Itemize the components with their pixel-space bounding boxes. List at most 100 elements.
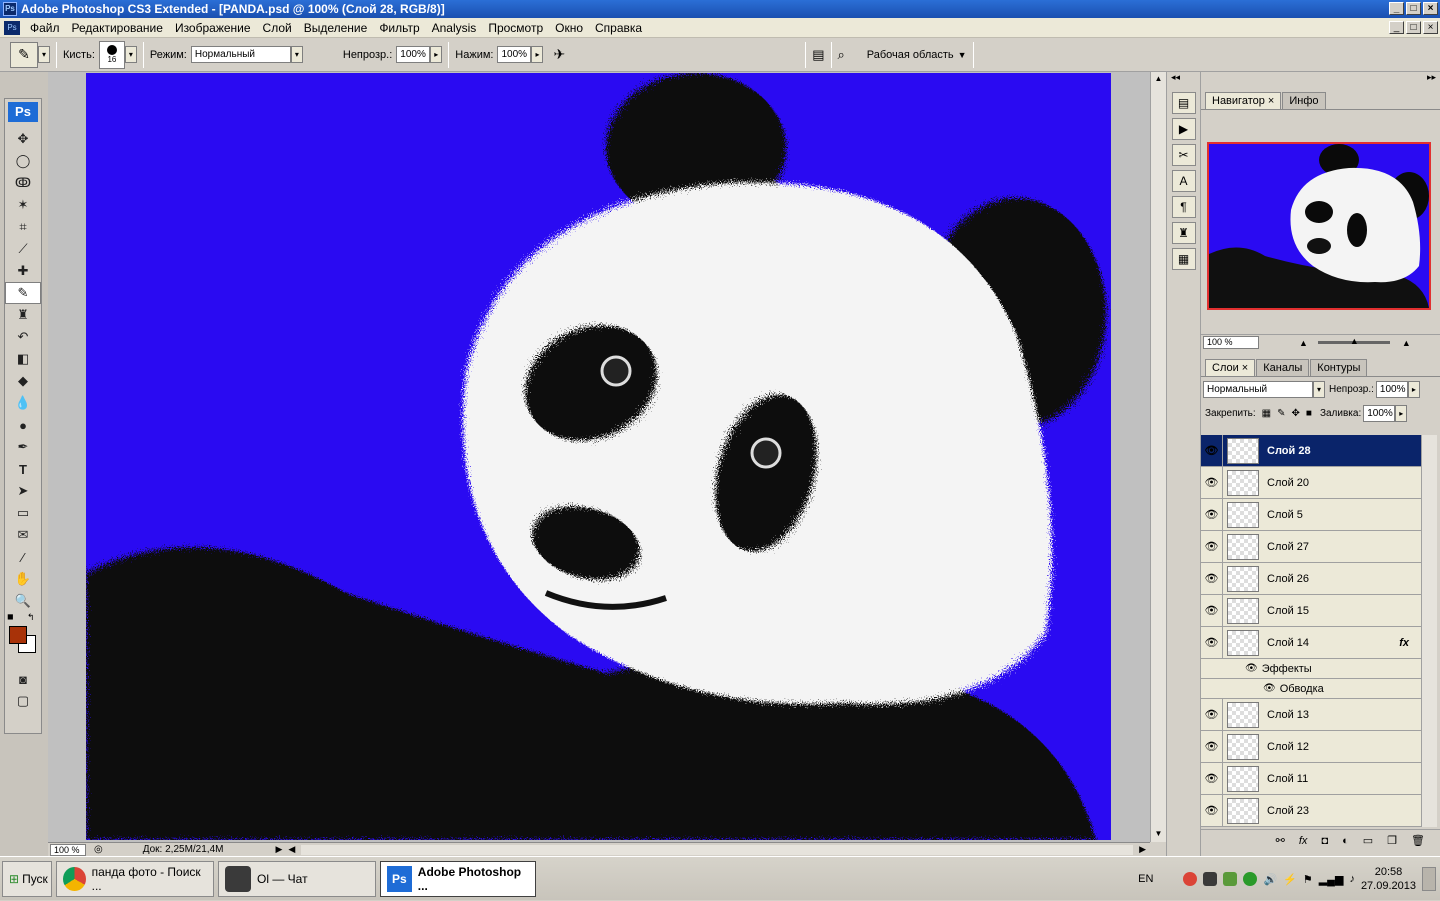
tool-presets-panel-icon[interactable]: ✂ (1171, 144, 1196, 166)
add-layer-style-icon[interactable]: fx (1299, 835, 1308, 847)
brush-picker-dropdown[interactable]: ▾ (124, 46, 137, 63)
lock-all-icon[interactable]: ■ (1306, 408, 1312, 419)
history-brush-tool-icon[interactable]: ↶ (5, 326, 41, 348)
menu-layer[interactable]: Слой (257, 21, 298, 35)
marquee-tool-icon[interactable]: ◯ (5, 150, 41, 172)
lock-image-icon[interactable]: ✎ (1277, 408, 1285, 419)
menu-filter[interactable]: Фильтр (373, 21, 425, 35)
canvas[interactable] (86, 73, 1111, 840)
flow-input[interactable]: 100% (497, 46, 532, 63)
doc-minimize-button[interactable]: _ (1389, 21, 1404, 34)
navigator-zoom-input[interactable]: 100 % (1203, 336, 1259, 349)
doc-close-button[interactable]: × (1423, 21, 1438, 34)
menu-image[interactable]: Изображение (169, 21, 257, 35)
eraser-tool-icon[interactable]: ◧ (5, 348, 41, 370)
foreground-color-swatch[interactable] (9, 626, 27, 644)
signal-icon[interactable]: ▂▄▆ (1319, 873, 1344, 886)
brush-picker[interactable]: 16 (98, 40, 125, 69)
zoom-slider-handle[interactable]: ▲ (1350, 336, 1359, 346)
healing-brush-tool-icon[interactable]: ✚ (5, 260, 41, 282)
close-button[interactable]: × (1423, 2, 1438, 15)
language-indicator[interactable]: EN (1138, 873, 1153, 885)
blend-mode-select[interactable]: Нормальный (1203, 380, 1313, 398)
notes-tool-icon[interactable]: ✉ (5, 524, 41, 546)
delete-layer-icon[interactable]: 🗑 (1411, 834, 1425, 847)
airbrush-icon[interactable]: ✈ (553, 46, 565, 63)
layers-scrollbar[interactable] (1421, 435, 1437, 827)
status-menu-arrow[interactable]: ▶ (275, 844, 282, 855)
brush-tool-preset-icon[interactable]: ✎ (10, 41, 38, 68)
tab-navigator[interactable]: Навигатор × (1205, 92, 1282, 109)
clock[interactable]: 20:58 27.09.2013 (1361, 865, 1416, 893)
workspace-menu[interactable]: Рабочая область (867, 49, 954, 61)
stroke-eye-icon[interactable]: 👁 (1263, 683, 1276, 694)
new-layer-icon[interactable]: ❐ (1387, 834, 1397, 847)
new-group-icon[interactable]: ▭ (1363, 834, 1373, 847)
menu-view[interactable]: Просмотр (482, 21, 549, 35)
dock-expand-icon[interactable]: ▸▸ (1201, 72, 1440, 88)
visibility-eye-icon[interactable]: 👁 (1201, 794, 1223, 827)
hand-tool-icon[interactable]: ✋ (5, 568, 41, 590)
lock-transparency-icon[interactable]: ▦ (1262, 408, 1271, 419)
fill-arrow[interactable]: ▸ (1395, 404, 1408, 422)
action-center-flag-icon[interactable]: ⚑ (1303, 873, 1313, 886)
steam-tray-icon[interactable] (1203, 872, 1218, 886)
rectangle-tool-icon[interactable]: ▭ (5, 502, 41, 524)
layer-row[interactable]: 👁 Слой 23 (1201, 794, 1421, 827)
stroke-effect-row[interactable]: 👁 Обводка (1201, 679, 1421, 699)
status-info-icon[interactable]: ◎ (94, 844, 103, 855)
blend-mode-arrow[interactable]: ▾ (1313, 380, 1325, 398)
info-tray-icon[interactable] (1243, 872, 1258, 886)
volume-icon[interactable]: 🔊 (1263, 873, 1277, 886)
add-mask-icon[interactable]: ◘ (1321, 835, 1328, 847)
zoom-out-icon[interactable]: ▲ (1299, 338, 1308, 348)
layer-opacity-input[interactable]: 100% (1375, 380, 1408, 398)
screen-mode-icon[interactable]: ▢ (5, 690, 41, 712)
layer-row[interactable]: 👁 Слой 27 (1201, 530, 1421, 563)
layer-row[interactable]: 👁 Слой 26 (1201, 562, 1421, 595)
layer-row[interactable]: 👁 Слой 12 (1201, 730, 1421, 763)
layer-row[interactable]: 👁 Слой 28 (1201, 435, 1421, 467)
vertical-scrollbar[interactable]: ▲ ▼ (1150, 72, 1166, 842)
layer-effects-fx-icon[interactable]: fx (1399, 637, 1409, 649)
menu-help[interactable]: Справка (589, 21, 648, 35)
menu-select[interactable]: Выделение (298, 21, 374, 35)
visibility-eye-icon[interactable]: 👁 (1201, 698, 1223, 731)
slice-tool-icon[interactable]: ⟋ (5, 238, 41, 260)
tab-paths[interactable]: Контуры (1310, 359, 1368, 376)
visibility-eye-icon[interactable]: 👁 (1201, 626, 1223, 659)
visibility-eye-icon[interactable]: 👁 (1201, 435, 1223, 467)
link-layers-icon[interactable]: ⚯ (1276, 834, 1285, 847)
lasso-tool-icon[interactable]: ↂ (5, 172, 41, 194)
zoom-level-input[interactable]: 100 % (50, 843, 86, 856)
visibility-eye-icon[interactable]: 👁 (1201, 466, 1223, 499)
visibility-eye-icon[interactable]: 👁 (1201, 594, 1223, 627)
maximize-button[interactable]: □ (1406, 2, 1421, 15)
opacity-input[interactable]: 100% (396, 46, 431, 63)
quick-mask-icon[interactable]: ◙ (5, 668, 41, 690)
zoom-tool-icon[interactable]: 🔍 (5, 590, 41, 612)
minimize-button[interactable]: _ (1389, 2, 1404, 15)
taskbar-chrome[interactable]: панда фото - Поиск ... (56, 860, 214, 897)
hscroll-right-arrow[interactable]: ▶ (1139, 844, 1146, 855)
character-panel-icon[interactable]: A (1171, 170, 1196, 192)
magic-wand-tool-icon[interactable]: ✶ (5, 194, 41, 216)
doc-restore-button[interactable]: □ (1406, 21, 1421, 34)
menu-analysis[interactable]: Analysis (426, 21, 483, 35)
utility-tray-icon[interactable] (1223, 872, 1238, 886)
layer-row[interactable]: 👁 Слой 11 (1201, 762, 1421, 795)
horizontal-scrollbar[interactable] (301, 844, 1134, 855)
network-activity-icon[interactable]: ⚡ (1283, 873, 1297, 886)
speaker-icon[interactable]: ♪ (1349, 873, 1355, 885)
document-icon[interactable]: Ps (4, 20, 20, 35)
tool-preset-dropdown[interactable]: ▾ (38, 46, 50, 63)
layer-row[interactable]: 👁 Слой 20 (1201, 466, 1421, 499)
layer-row[interactable]: 👁 Слой 5 (1201, 498, 1421, 531)
start-button[interactable]: ⊞ Пуск (2, 860, 52, 897)
visibility-eye-icon[interactable]: 👁 (1201, 762, 1223, 795)
type-tool-icon[interactable]: T (5, 458, 41, 480)
fill-input[interactable]: 100% (1363, 404, 1396, 422)
palette-well-icon[interactable]: ▤ (812, 47, 824, 63)
layer-row[interactable]: 👁 Слой 15 (1201, 594, 1421, 627)
navigator-zoom-slider[interactable]: ▲ (1317, 336, 1390, 346)
